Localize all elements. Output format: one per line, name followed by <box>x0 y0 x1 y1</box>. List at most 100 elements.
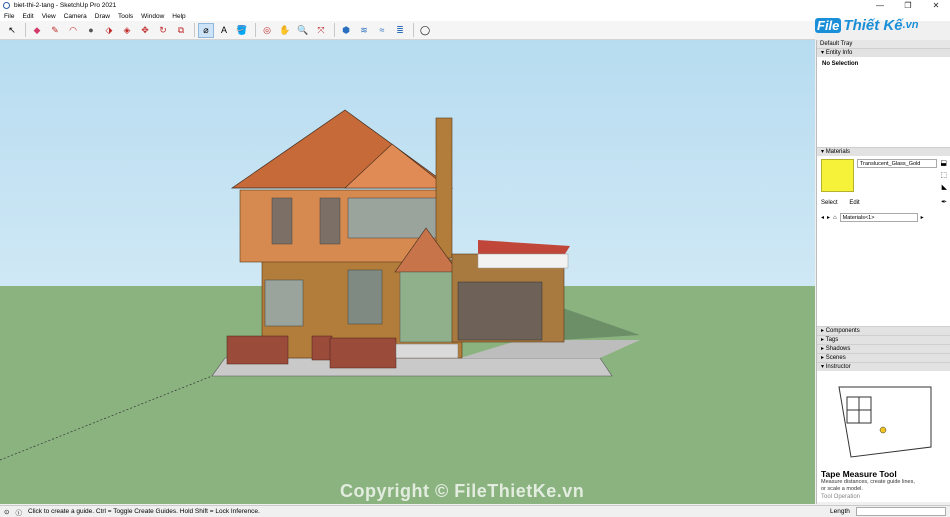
tray-title: Default Tray <box>817 40 950 48</box>
driveway <box>460 340 640 358</box>
bay-window <box>399 271 455 343</box>
zoom-extents-tool-icon[interactable]: ⤧ <box>313 23 329 38</box>
window-upper-left <box>271 197 293 245</box>
material-name-field[interactable]: Translucent_Glass_Gold <box>857 159 937 168</box>
warehouse-icon[interactable]: ⬢ <box>338 23 354 38</box>
garage-door <box>457 281 543 341</box>
zoom-tool-icon[interactable]: 🔍 <box>295 23 311 38</box>
text-tool-icon[interactable]: A <box>216 23 232 38</box>
home-icon[interactable]: ⌂ <box>833 215 837 221</box>
geo-location-icon[interactable]: ⊙ <box>4 508 9 516</box>
window-controls: — ❐ ✕ <box>866 0 950 11</box>
minimize-button[interactable]: — <box>866 0 894 11</box>
back-arrow-icon[interactable]: ◂ <box>821 214 824 221</box>
details-arrow-icon[interactable]: ▸ <box>921 214 924 221</box>
shadows-panel-header[interactable]: ▸ Shadows <box>817 344 950 353</box>
tool-operation-heading: Tool Operation <box>821 494 861 500</box>
entity-info-panel: No Selection <box>817 57 950 147</box>
forward-arrow-icon[interactable]: ▸ <box>827 214 830 221</box>
account-icon[interactable]: ◯ <box>417 23 433 38</box>
move-tool-icon[interactable]: ✥ <box>137 23 153 38</box>
rotate-tool-icon[interactable]: ↻ <box>155 23 171 38</box>
arc-tool-icon[interactable]: ◠ <box>65 23 81 38</box>
status-bar: ⊙ ⓘ Click to create a guide. Ctrl = Togg… <box>0 505 950 517</box>
default-tray: Default Tray ▾ Entity Info No Selection … <box>816 40 950 504</box>
tool-description: Measure distances, create guide lines, o… <box>821 479 915 492</box>
menu-camera[interactable]: Camera <box>60 13 91 20</box>
shape-tool-icon[interactable]: ● <box>83 23 99 38</box>
sample-paint-icon[interactable]: ⬓ <box>940 159 947 167</box>
library-dropdown[interactable]: Materials<1> <box>839 213 918 222</box>
entity-info-panel-header[interactable]: ▾ Entity Info <box>817 48 950 57</box>
menu-view[interactable]: View <box>38 13 60 20</box>
garage-fascia <box>477 253 569 269</box>
menu-edit[interactable]: Edit <box>18 13 37 20</box>
materials-tabs: Select Edit <box>821 200 860 206</box>
toolbar-divider <box>194 23 195 37</box>
paint-bucket-tool-icon[interactable]: 🪣 <box>234 23 250 38</box>
menu-help[interactable]: Help <box>168 13 189 20</box>
scale-tool-icon[interactable]: ⧉ <box>173 23 189 38</box>
close-button[interactable]: ✕ <box>922 0 950 11</box>
menu-file[interactable]: File <box>0 13 18 20</box>
components-panel-header[interactable]: ▸ Components <box>817 326 950 335</box>
house-model <box>0 109 640 461</box>
create-material-icon[interactable]: ⬚ <box>940 171 947 179</box>
toolbar-divider <box>334 23 335 37</box>
copyright-watermark: Copyright © FileThietKe.vn <box>340 481 585 501</box>
window-lower-center <box>347 269 383 325</box>
info-icon[interactable]: ⓘ <box>15 507 22 517</box>
instructor-panel: Tape Measure Tool Measure distances, cre… <box>817 371 950 502</box>
materials-panel-header[interactable]: ▾ Materials <box>817 147 950 156</box>
brick-planter-right <box>329 337 397 369</box>
toolbar-divider <box>413 23 414 37</box>
main-toolbar: ↖ ◆ ✎ ◠ ● ⬗ ◈ ✥ ↻ ⧉ ⌀ A 🪣 ◎ ✋ 🔍 ⤧ ⬢ ≋ ≈ … <box>0 21 815 40</box>
chimney <box>435 117 453 259</box>
selection-status: No Selection <box>822 61 859 67</box>
measurements-label: Length <box>830 508 850 515</box>
materials-panel: Translucent_Glass_Gold ⬓ ⬚ ◣ ✒ Select Ed… <box>817 156 950 326</box>
measurements-box[interactable] <box>856 507 946 516</box>
menu-window[interactable]: Window <box>137 13 168 20</box>
title-bar: biet-thi-2-tang - SketchUp Pro 2021 — ❐ … <box>0 0 950 11</box>
paint-default-icon[interactable]: ◣ <box>942 183 947 191</box>
brick-planter-mid <box>311 335 333 361</box>
window-lower-left <box>264 279 304 327</box>
follow-me-tool-icon[interactable]: ◈ <box>119 23 135 38</box>
menu-bar: File Edit View Camera Draw Tools Window … <box>0 11 950 21</box>
extension-icon[interactable]: ≋ <box>356 23 372 38</box>
extension-manager-icon[interactable]: ≣ <box>392 23 408 38</box>
tab-edit[interactable]: Edit <box>849 200 859 206</box>
eraser-tool-icon[interactable]: ◆ <box>29 23 45 38</box>
instructor-panel-header[interactable]: ▾ Instructor <box>817 362 950 371</box>
layout-icon[interactable]: ≈ <box>374 23 390 38</box>
tape-measure-illustration <box>838 386 932 458</box>
material-swatch[interactable] <box>821 159 854 192</box>
garage-roof <box>478 240 570 254</box>
tool-title: Tape Measure Tool <box>821 469 897 479</box>
menu-draw[interactable]: Draw <box>91 13 114 20</box>
tab-select[interactable]: Select <box>821 200 838 206</box>
toolbar-divider <box>255 23 256 37</box>
push-pull-tool-icon[interactable]: ⬗ <box>101 23 117 38</box>
toolbar-divider <box>25 23 26 37</box>
drawing-viewport[interactable] <box>0 40 815 504</box>
filethietke-logo: File Thiết Kế .vn <box>815 16 919 34</box>
tags-panel-header[interactable]: ▸ Tags <box>817 335 950 344</box>
pan-tool-icon[interactable]: ✋ <box>277 23 293 38</box>
window-upper-mid <box>319 197 341 245</box>
status-hint: Click to create a guide. Ctrl = Toggle C… <box>27 508 260 515</box>
line-tool-icon[interactable]: ✎ <box>47 23 63 38</box>
orbit-tool-icon[interactable]: ◎ <box>259 23 275 38</box>
entrance-steps <box>395 343 459 359</box>
tape-measure-tool-icon[interactable]: ⌀ <box>198 22 214 38</box>
eyedropper-icon[interactable]: ✒ <box>941 198 947 206</box>
axis-guide-line <box>0 375 213 461</box>
materials-nav: ◂ ▸ ⌂ Materials<1> ▸ <box>821 213 924 222</box>
sketchup-app-icon <box>3 2 10 9</box>
brick-planter-left <box>226 335 289 365</box>
select-tool-icon[interactable]: ↖ <box>4 23 20 38</box>
menu-tools[interactable]: Tools <box>114 13 137 20</box>
scenes-panel-header[interactable]: ▸ Scenes <box>817 353 950 362</box>
maximize-button[interactable]: ❐ <box>894 0 922 11</box>
